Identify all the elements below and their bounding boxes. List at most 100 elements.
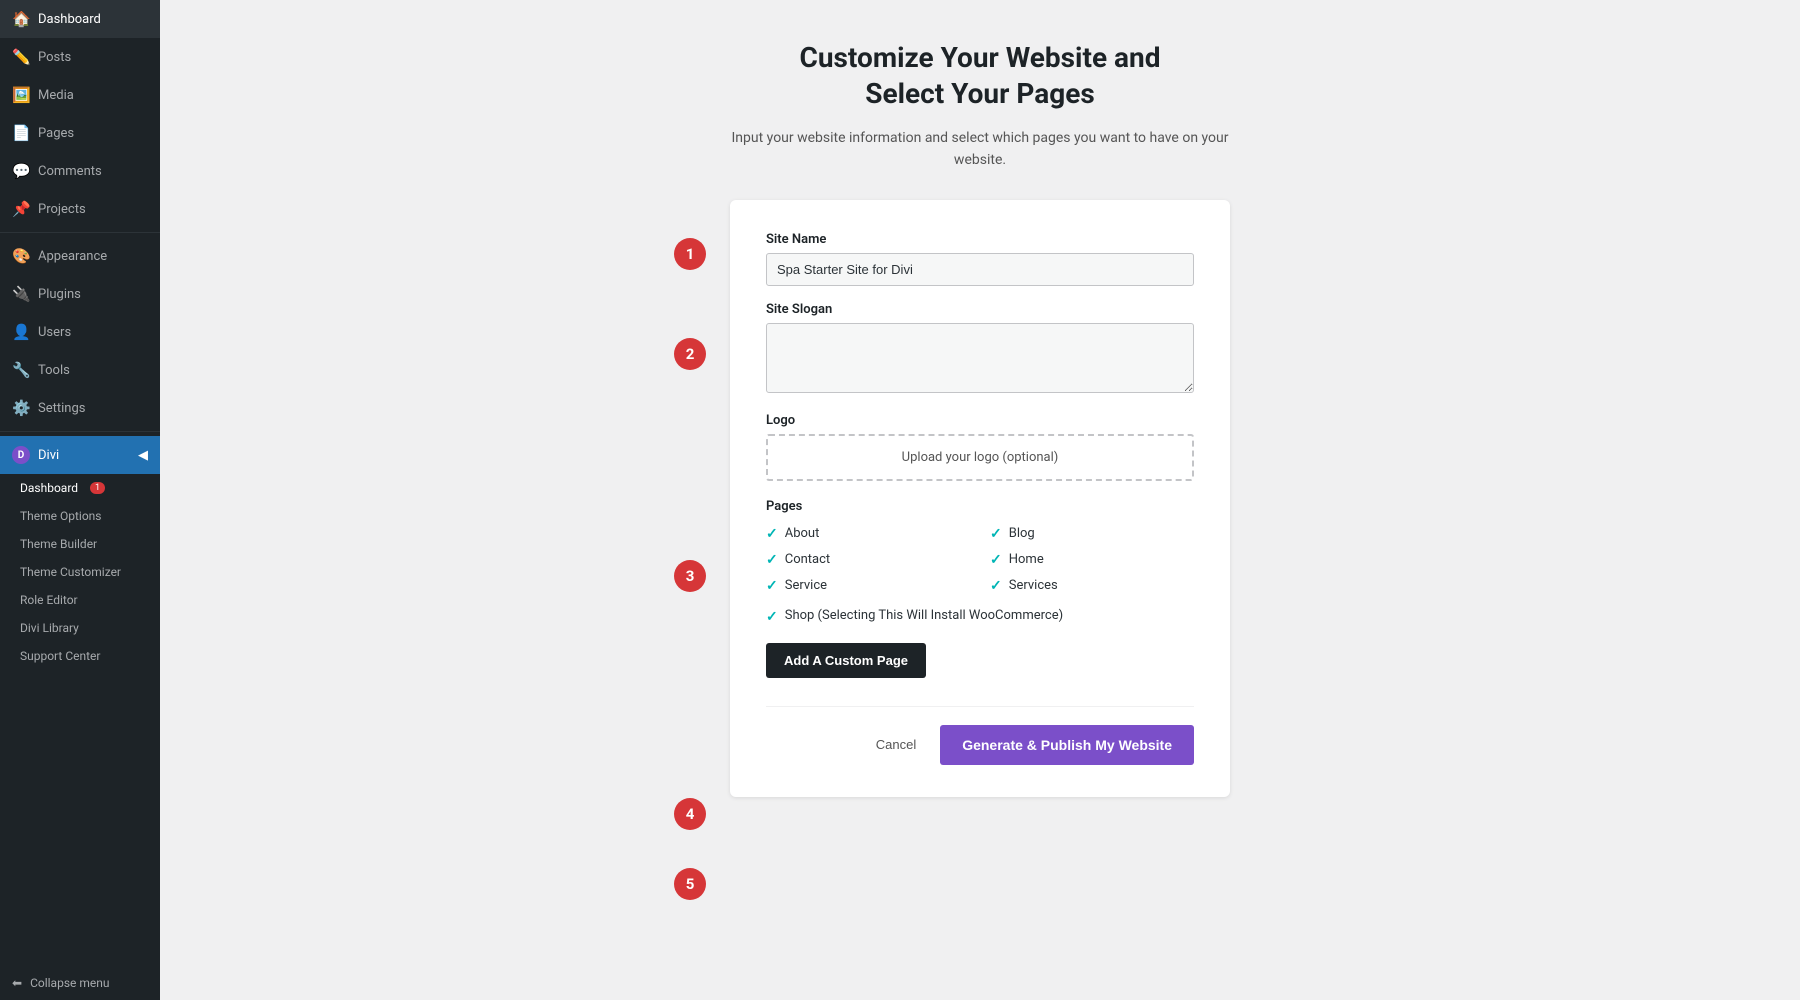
- pages-label: Pages: [766, 499, 1194, 514]
- step-2-bubble: 2: [674, 338, 706, 370]
- sidebar-item-label: Settings: [38, 401, 85, 416]
- collapse-label: Collapse menu: [30, 976, 109, 990]
- divi-sub-theme-options[interactable]: Theme Options: [0, 502, 160, 530]
- page-contact[interactable]: ✓ Contact: [766, 552, 970, 568]
- main-content: Customize Your Website and Select Your P…: [160, 0, 1800, 1000]
- sidebar-item-label: Appearance: [38, 249, 107, 264]
- divi-sub-label: Theme Customizer: [20, 565, 121, 579]
- step-5-bubble: 5: [674, 868, 706, 900]
- dashboard-badge: 1: [90, 482, 105, 494]
- page-about[interactable]: ✓ About: [766, 526, 970, 542]
- form-card-wrapper: 1 2 3 4 5 Site Name Site Slogan: [730, 200, 1230, 797]
- divi-sub-label: Support Center: [20, 649, 100, 663]
- sidebar-divider-2: [0, 431, 160, 432]
- sidebar-item-comments[interactable]: 💬 Comments: [0, 152, 160, 190]
- site-slogan-field: Site Slogan: [766, 302, 1194, 413]
- sidebar-item-label: Plugins: [38, 287, 81, 302]
- step-1-bubble: 1: [674, 238, 706, 270]
- divi-sub-library[interactable]: Divi Library: [0, 614, 160, 642]
- divi-sub-dashboard[interactable]: Dashboard 1: [0, 474, 160, 502]
- plugins-icon: 🔌: [12, 285, 30, 303]
- check-icon-services: ✓: [990, 578, 1002, 594]
- comments-icon: 💬: [12, 162, 30, 180]
- logo-upload-button[interactable]: Upload your logo (optional): [766, 434, 1194, 481]
- page-label-shop: Shop (Selecting This Will Install WooCom…: [785, 608, 1063, 623]
- site-name-input[interactable]: [766, 253, 1194, 286]
- divi-label: Divi: [38, 448, 59, 463]
- site-name-field: Site Name: [766, 232, 1194, 302]
- page-services[interactable]: ✓ Services: [990, 578, 1194, 594]
- projects-icon: 📌: [12, 200, 30, 218]
- divi-sub-label: Dashboard: [20, 481, 78, 495]
- sidebar-item-label: Pages: [38, 126, 74, 141]
- page-blog[interactable]: ✓ Blog: [990, 526, 1194, 542]
- sidebar-item-label: Projects: [38, 202, 86, 217]
- page-label-home: Home: [1009, 552, 1044, 567]
- logo-upload-text: Upload your logo (optional): [902, 450, 1059, 465]
- form-card: Site Name Site Slogan Logo Upload your l…: [730, 200, 1230, 797]
- site-slogan-input[interactable]: [766, 323, 1194, 393]
- sidebar-item-label: Comments: [38, 164, 102, 179]
- add-custom-page-button[interactable]: Add A Custom Page: [766, 643, 926, 678]
- pages-icon: 📄: [12, 124, 30, 142]
- sidebar-item-pages[interactable]: 📄 Pages: [0, 114, 160, 152]
- check-icon-contact: ✓: [766, 552, 778, 568]
- card-footer: Cancel Generate & Publish My Website: [766, 706, 1194, 765]
- page-label-service: Service: [785, 578, 827, 593]
- cancel-button[interactable]: Cancel: [864, 729, 928, 760]
- publish-button[interactable]: Generate & Publish My Website: [940, 725, 1194, 765]
- pages-grid: ✓ About ✓ Blog ✓ Contact ✓ Home: [766, 526, 1194, 594]
- page-label-contact: Contact: [785, 552, 830, 567]
- page-label-about: About: [785, 526, 820, 541]
- divi-sub-label: Theme Options: [20, 509, 102, 523]
- check-icon-home: ✓: [990, 552, 1002, 568]
- divi-sub-label: Divi Library: [20, 621, 79, 635]
- step-4-bubble: 4: [674, 798, 706, 830]
- check-icon-service: ✓: [766, 578, 778, 594]
- check-icon-shop: ✓: [766, 609, 778, 625]
- sidebar-item-projects[interactable]: 📌 Projects: [0, 190, 160, 228]
- sidebar-item-label: Dashboard: [38, 12, 101, 27]
- page-label-services: Services: [1009, 578, 1058, 593]
- sidebar-item-media[interactable]: 🖼️ Media: [0, 76, 160, 114]
- logo-field: Logo Upload your logo (optional): [766, 413, 1194, 481]
- sidebar-item-settings[interactable]: ⚙️ Settings: [0, 389, 160, 427]
- collapse-menu-button[interactable]: ⬅ Collapse menu: [0, 966, 160, 1000]
- sidebar: 🏠 Dashboard ✏️ Posts 🖼️ Media 📄 Pages 💬 …: [0, 0, 160, 1000]
- sidebar-item-appearance[interactable]: 🎨 Appearance: [0, 237, 160, 275]
- sidebar-item-dashboard[interactable]: 🏠 Dashboard: [0, 0, 160, 38]
- check-icon-blog: ✓: [990, 526, 1002, 542]
- divi-sub-role-editor[interactable]: Role Editor: [0, 586, 160, 614]
- divi-arrow-icon: ◀: [138, 448, 148, 463]
- divi-logo: D: [12, 446, 30, 464]
- page-title: Customize Your Website and Select Your P…: [800, 40, 1161, 113]
- divi-sub-label: Theme Builder: [20, 537, 97, 551]
- sidebar-item-label: Media: [38, 88, 74, 103]
- posts-icon: ✏️: [12, 48, 30, 66]
- page-label-blog: Blog: [1009, 526, 1035, 541]
- sidebar-item-tools[interactable]: 🔧 Tools: [0, 351, 160, 389]
- divi-section: D Divi ◀ Dashboard 1 Theme Options Theme…: [0, 436, 160, 670]
- divi-sub-theme-customizer[interactable]: Theme Customizer: [0, 558, 160, 586]
- appearance-icon: 🎨: [12, 247, 30, 265]
- sidebar-item-plugins[interactable]: 🔌 Plugins: [0, 275, 160, 313]
- collapse-icon: ⬅: [12, 976, 22, 990]
- settings-icon: ⚙️: [12, 399, 30, 417]
- site-name-label: Site Name: [766, 232, 1194, 247]
- site-slogan-label: Site Slogan: [766, 302, 1194, 317]
- sidebar-item-users[interactable]: 👤 Users: [0, 313, 160, 351]
- page-shop[interactable]: ✓ Shop (Selecting This Will Install WooC…: [766, 608, 1194, 625]
- sidebar-item-label: Posts: [38, 50, 71, 65]
- tools-icon: 🔧: [12, 361, 30, 379]
- users-icon: 👤: [12, 323, 30, 341]
- step-3-bubble: 3: [674, 560, 706, 592]
- page-service[interactable]: ✓ Service: [766, 578, 970, 594]
- sidebar-divider: [0, 232, 160, 233]
- divi-sub-theme-builder[interactable]: Theme Builder: [0, 530, 160, 558]
- divi-header[interactable]: D Divi ◀: [0, 436, 160, 474]
- divi-sub-label: Role Editor: [20, 593, 78, 607]
- page-home[interactable]: ✓ Home: [990, 552, 1194, 568]
- sidebar-item-posts[interactable]: ✏️ Posts: [0, 38, 160, 76]
- logo-label: Logo: [766, 413, 1194, 428]
- divi-sub-support[interactable]: Support Center: [0, 642, 160, 670]
